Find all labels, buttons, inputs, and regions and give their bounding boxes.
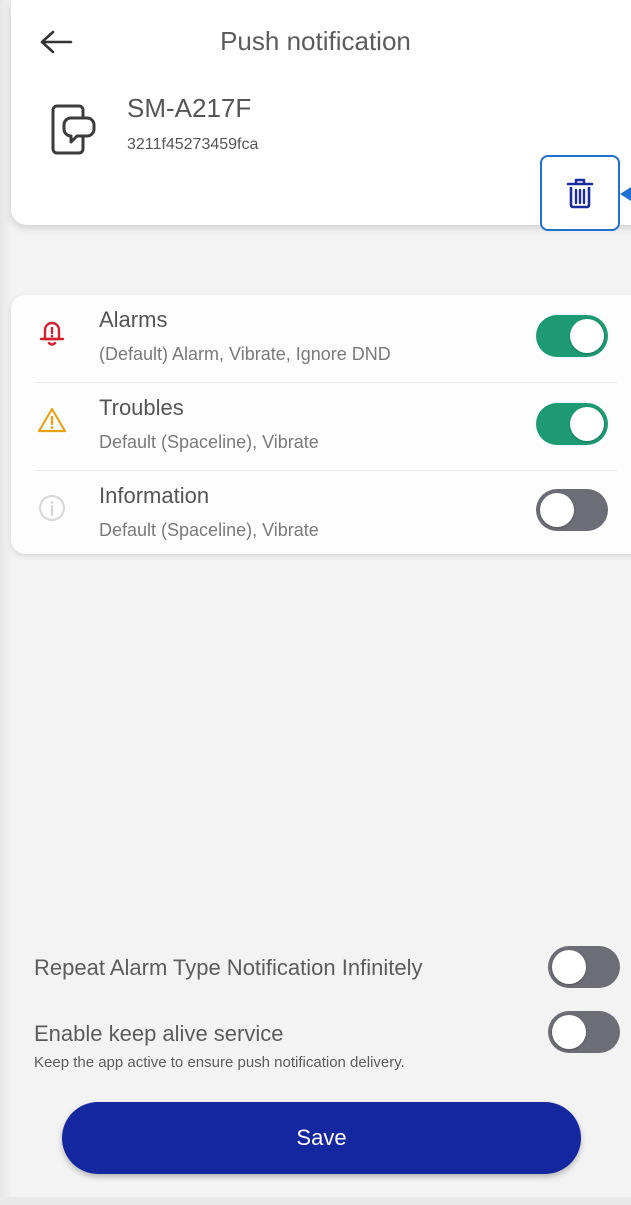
notification-title: Information	[99, 483, 210, 508]
notification-title: Alarms	[99, 307, 168, 332]
trash-icon	[566, 178, 594, 209]
alarm-bell-icon	[39, 321, 65, 346]
info-circle-icon	[39, 495, 65, 521]
notification-subtitle: (Default) Alarm, Vibrate, Ignore DND	[99, 344, 391, 364]
pointer-arrow-icon	[620, 187, 631, 201]
keep-alive-help-text: Keep the app active to ensure push notif…	[34, 1054, 405, 1071]
toggle-knob	[570, 407, 604, 441]
toggle-knob	[570, 319, 604, 353]
toggle-knob	[540, 493, 574, 527]
device-name: SM-A217F	[127, 93, 252, 123]
keep-alive-toggle[interactable]	[548, 1011, 620, 1053]
device-id: 3211f45273459fca	[127, 136, 259, 153]
page-title: Push notification	[220, 26, 411, 56]
notification-subtitle: Default (Spaceline), Vibrate	[99, 520, 319, 540]
toggle-knob	[552, 950, 586, 984]
information-toggle[interactable]	[536, 489, 608, 531]
repeat-alarm-label: Repeat Alarm Type Notification Infinitel…	[34, 955, 423, 980]
alarms-toggle[interactable]	[536, 315, 608, 357]
notification-title: Troubles	[99, 395, 184, 420]
notification-row-troubles: Troubles Default (Spaceline), Vibrate	[11, 383, 631, 471]
bottom-nav-strip	[0, 1197, 631, 1205]
notification-subtitle: Default (Spaceline), Vibrate	[99, 432, 319, 452]
repeat-alarm-toggle[interactable]	[548, 946, 620, 988]
troubles-toggle[interactable]	[536, 403, 608, 445]
phone-chat-icon	[51, 104, 96, 155]
notification-row-information: Information Default (Spaceline), Vibrate	[11, 471, 631, 559]
warning-triangle-icon	[37, 407, 67, 433]
delete-device-button[interactable]	[540, 155, 620, 231]
notification-row-alarms: Alarms (Default) Alarm, Vibrate, Ignore …	[11, 295, 631, 383]
toggle-knob	[552, 1015, 586, 1049]
notification-types-card: Alarms (Default) Alarm, Vibrate, Ignore …	[11, 295, 631, 554]
save-button[interactable]: Save	[62, 1102, 581, 1174]
keep-alive-label: Enable keep alive service	[34, 1021, 284, 1046]
